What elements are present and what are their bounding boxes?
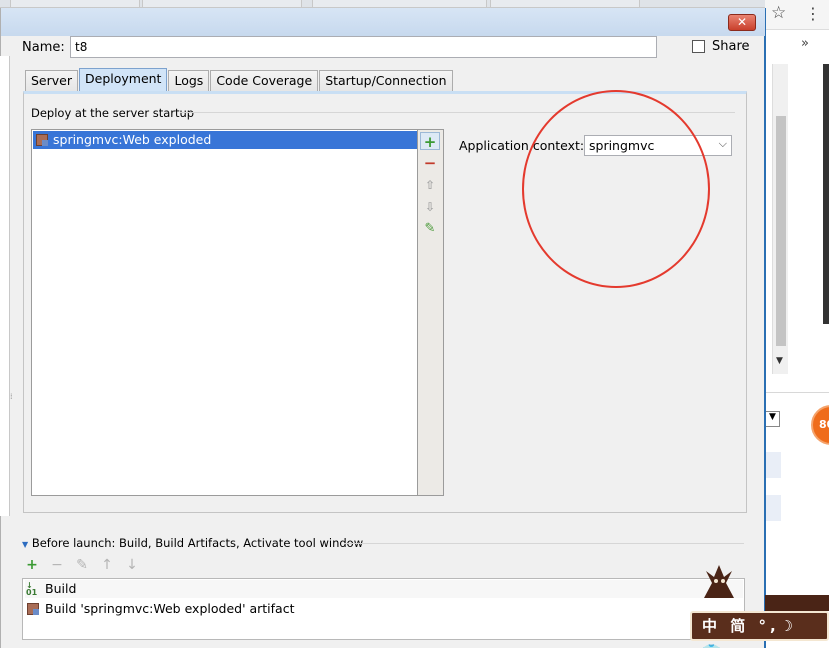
scroll-down-arrow-icon[interactable]: ▼	[776, 356, 783, 366]
move-down-icon[interactable]: ↓	[124, 557, 140, 575]
share-label[interactable]: Share	[712, 39, 750, 54]
artifact-label: springmvc:Web exploded	[53, 132, 212, 147]
background-dropdown[interactable]: ▼	[765, 411, 780, 427]
dialog-titlebar[interactable]: ✕	[1, 8, 765, 36]
tree-creature-icon	[704, 565, 734, 598]
background-row	[765, 452, 781, 478]
city-silhouette-icon	[765, 595, 829, 611]
scrollbar-thumb[interactable]	[776, 116, 786, 346]
annotation-circle	[522, 90, 710, 288]
remove-icon[interactable]: −	[49, 557, 65, 575]
section-divider	[344, 543, 744, 544]
move-down-icon[interactable]: ⇩	[420, 198, 440, 216]
background-row	[765, 495, 781, 521]
watermark-logo: 中 简 °,☽ 👕	[690, 563, 829, 648]
list-item[interactable]: Build 'springmvc:Web exploded' artifact	[25, 600, 295, 618]
menu-dots-icon[interactable]: ⋮	[805, 4, 821, 23]
tab-logs[interactable]: Logs	[168, 70, 210, 91]
list-item[interactable]: ↓ 01 Build	[25, 580, 743, 598]
divider	[765, 392, 829, 393]
config-tabs: Server Deployment Logs Code Coverage Sta…	[25, 68, 454, 91]
remove-icon[interactable]: −	[420, 154, 440, 172]
tab-server[interactable]: Server	[25, 70, 78, 91]
share-checkbox[interactable]	[692, 40, 705, 53]
browser-toolbar: ☆ ⋮	[765, 0, 829, 30]
deploy-section-caption: Deploy at the server startup	[31, 106, 199, 120]
edit-icon[interactable]: ✎	[74, 557, 90, 575]
tab-code-coverage[interactable]: Code Coverage	[210, 70, 319, 91]
browser-tab[interactable]	[490, 0, 640, 8]
tab-deployment[interactable]: Deployment	[79, 68, 168, 91]
collapse-triangle-icon[interactable]: ▼	[22, 540, 28, 549]
list-item[interactable]: springmvc:Web exploded	[33, 131, 417, 149]
browser-tab[interactable]	[10, 0, 140, 8]
background-scrollbar[interactable]: ▼	[772, 64, 788, 374]
name-label: Name:	[22, 40, 65, 55]
artifact-toolbar: + − ⇧ ⇩ ✎	[418, 129, 444, 496]
move-up-icon[interactable]: ↑	[99, 557, 115, 575]
tab-startup-connection[interactable]: Startup/Connection	[319, 70, 453, 91]
chevron-icon[interactable]: »	[801, 36, 809, 51]
build-icon: ↓ 01	[26, 581, 38, 597]
before-launch-caption[interactable]: ▼ Before launch: Build, Build Artifacts,…	[22, 536, 363, 550]
artifact-list[interactable]: springmvc:Web exploded	[31, 129, 418, 496]
bookmark-star-icon[interactable]: ☆	[771, 3, 786, 23]
close-button[interactable]: ✕	[728, 14, 756, 31]
edit-icon[interactable]: ✎	[420, 220, 440, 238]
browser-side-area: ☆ ⋮ » ▼ ▼ 80	[765, 0, 829, 648]
watermark-text: 中 简 °,☽ 👕	[690, 611, 829, 648]
add-icon[interactable]: +	[420, 132, 440, 151]
browser-tab-strip	[0, 0, 829, 8]
browser-tab[interactable]	[142, 0, 302, 8]
artifact-icon	[27, 603, 39, 615]
page-edge	[823, 64, 829, 324]
add-icon[interactable]: +	[24, 557, 40, 575]
floating-badge[interactable]: 80	[811, 405, 829, 445]
browser-tab[interactable]	[312, 0, 487, 8]
artifact-icon	[36, 134, 48, 146]
before-launch-list[interactable]: ↓ 01 Build Build 'springmvc:Web exploded'…	[22, 578, 745, 640]
splitter-handle[interactable]: ⁞	[10, 392, 13, 401]
before-launch-item-label: Build	[45, 581, 77, 596]
before-launch-text: Before launch: Build, Build Artifacts, A…	[31, 536, 364, 550]
configurations-tree-edge	[0, 56, 10, 516]
chevron-down-icon[interactable]: ⌵	[719, 137, 727, 151]
name-input[interactable]	[70, 36, 657, 58]
move-up-icon[interactable]: ⇧	[420, 176, 440, 194]
before-launch-toolbar: + − ✎ ↑ ↓	[24, 557, 140, 575]
before-launch-item-label: Build 'springmvc:Web exploded' artifact	[45, 601, 295, 616]
